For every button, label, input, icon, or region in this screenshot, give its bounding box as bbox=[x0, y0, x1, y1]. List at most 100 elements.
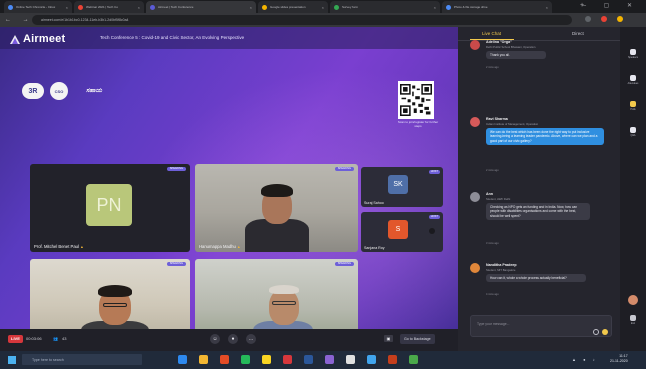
chat-tabs: Live Chat Direct bbox=[458, 27, 620, 41]
browser-tab-active[interactable]: Airmeet | Tech Conference × bbox=[146, 1, 256, 13]
emoji-icon[interactable] bbox=[593, 329, 599, 335]
user-avatar[interactable] bbox=[628, 295, 638, 305]
tab-direct[interactable]: Direct bbox=[572, 31, 584, 36]
speaking-badge: SPEAKING bbox=[334, 167, 354, 171]
taskbar-app-icon[interactable] bbox=[325, 355, 334, 364]
extension-icon[interactable] bbox=[601, 16, 607, 22]
browser-tab[interactable]: Survey form × bbox=[330, 1, 440, 13]
message-time: 2 mins ago bbox=[486, 169, 499, 172]
taskbar-app-icon[interactable] bbox=[409, 355, 418, 364]
message-time: 3 mins ago bbox=[486, 242, 499, 245]
browser-tab-title: Google slides presentation bbox=[270, 5, 306, 9]
taskbar-app-icon[interactable] bbox=[283, 355, 292, 364]
browser-tab-title: Photo & file storage drive bbox=[454, 5, 488, 9]
backstage-button[interactable]: Go to Backstage bbox=[400, 334, 435, 344]
avatar: PN bbox=[86, 184, 132, 226]
taskbar-search[interactable]: Type here to search bbox=[22, 354, 142, 365]
profile-avatar-icon[interactable] bbox=[617, 16, 623, 22]
speaker-tile[interactable]: SPEAKING Hanumappa Madhu ▴ bbox=[195, 164, 358, 252]
tab-live-chat[interactable]: Live Chat bbox=[482, 31, 501, 36]
browser-tab-title: Online Tech Chronicle - Inbox bbox=[16, 5, 56, 9]
chat-input[interactable]: Type your message... bbox=[470, 315, 612, 337]
close-icon[interactable]: × bbox=[250, 5, 252, 10]
emblem-logo: CSO bbox=[50, 82, 68, 100]
message-text: How can it, whole a whole process actual… bbox=[486, 274, 586, 283]
message-time: 2 mins ago bbox=[486, 66, 499, 69]
host-tile[interactable]: HOST S Sanjana Roy bbox=[361, 212, 443, 252]
browser-tab[interactable]: Webinar 2021 | Tech Co × bbox=[74, 1, 144, 13]
qr-code-icon[interactable] bbox=[398, 81, 434, 119]
more-button[interactable]: … bbox=[246, 334, 256, 344]
window-controls[interactable]: ─ ▢ ✕ bbox=[582, 2, 640, 9]
rail-item-label: Speakers bbox=[627, 56, 639, 59]
speaker-name: Hanumappa Madhu ▴ bbox=[199, 244, 240, 249]
screen-share-button[interactable]: ▣ bbox=[384, 335, 393, 342]
send-icon[interactable] bbox=[602, 329, 608, 335]
chat-message: Adelina "Orga" Delhi Public School Bhawa… bbox=[470, 40, 616, 84]
message-org: Student, AWF Delhi bbox=[486, 197, 511, 201]
browser-tab-strip: Online Tech Chronicle - Inbox × Webinar … bbox=[0, 0, 646, 13]
tab-favicon bbox=[446, 4, 451, 10]
side-rail: Speakers Attendees Polls Q&A Exit bbox=[620, 27, 646, 351]
rail-item-attendees[interactable]: Attendees bbox=[627, 75, 639, 85]
taskbar-app-icon[interactable] bbox=[388, 355, 397, 364]
camera-off-icon bbox=[429, 228, 435, 234]
exit-label: Exit bbox=[631, 322, 635, 325]
rail-item-qna[interactable]: Q&A bbox=[627, 127, 639, 137]
mic-button[interactable]: ● bbox=[228, 334, 238, 344]
taskbar-app-icon[interactable] bbox=[346, 355, 355, 364]
taskbar-apps bbox=[178, 355, 418, 364]
taskbar-app-icon[interactable] bbox=[241, 355, 250, 364]
app-logo[interactable]: Airmeet bbox=[10, 33, 65, 45]
taskbar-app-icon[interactable] bbox=[304, 355, 313, 364]
control-bar: LIVE 00:03:06 👥 43 ☺ ● … ▣ Go to Backsta… bbox=[0, 329, 458, 351]
reaction-button[interactable]: ☺ bbox=[210, 334, 220, 344]
session-timer: 00:03:06 bbox=[26, 336, 42, 341]
message-org: Indian Institute of Management, Operatio… bbox=[486, 122, 539, 126]
screen-icon: ▣ bbox=[386, 336, 391, 341]
os-taskbar: Type here to search ▲ ● ♪ 11:17 21-11-20… bbox=[0, 351, 646, 369]
close-icon[interactable]: × bbox=[138, 5, 140, 10]
exit-button[interactable]: Exit bbox=[627, 315, 639, 327]
host-tile[interactable]: HOST SK Suraj Sahoo bbox=[361, 167, 443, 207]
taskbar-app-icon[interactable] bbox=[367, 355, 376, 364]
close-icon[interactable]: × bbox=[322, 5, 324, 10]
windows-start-icon[interactable] bbox=[8, 356, 16, 364]
3r-logo: 3R bbox=[22, 83, 44, 99]
browser-tab-title: Webinar 2021 | Tech Co bbox=[86, 5, 119, 9]
host-badge: HOST bbox=[428, 215, 440, 219]
people-icon bbox=[630, 49, 636, 55]
rail-item-speakers[interactable]: Speakers bbox=[627, 49, 639, 59]
taskbar-clock[interactable]: 11:17 21-11-2020 bbox=[610, 354, 628, 364]
taskbar-app-icon[interactable] bbox=[220, 355, 229, 364]
speaker-name-text: Hanumappa Madhu bbox=[199, 244, 236, 249]
browser-tab[interactable]: Photo & file storage drive × bbox=[442, 1, 552, 13]
extension-icons bbox=[585, 16, 623, 22]
speaker-name: Prof. Mitchel Benet Paul ▴ bbox=[34, 244, 83, 249]
message-author: Adelina "Orga" bbox=[486, 40, 512, 44]
group-icon bbox=[630, 75, 636, 81]
url-field[interactable]: airmeet.com/e/1b1b1bc0-1234-11eb-b3b1-2d… bbox=[32, 15, 572, 25]
close-icon[interactable]: × bbox=[546, 5, 548, 10]
avatar bbox=[470, 263, 480, 273]
address-bar-row: ← → ⟳ airmeet.com/e/1b1b1bc0-1234-11eb-b… bbox=[0, 13, 646, 27]
tab-favicon bbox=[150, 4, 155, 10]
taskbar-app-icon[interactable] bbox=[199, 355, 208, 364]
host-name: Suraj Sahoo bbox=[364, 201, 384, 205]
rail-item-label: Polls bbox=[630, 108, 636, 111]
message-time: 4 mins ago bbox=[486, 293, 499, 296]
taskbar-app-icon[interactable] bbox=[262, 355, 271, 364]
speaker-tile[interactable]: SPEAKING PN Prof. Mitchel Benet Paul ▴ bbox=[30, 164, 190, 252]
browser-tab[interactable]: Online Tech Chronicle - Inbox × bbox=[4, 1, 72, 13]
participant-video bbox=[237, 174, 317, 252]
rail-item-polls[interactable]: Polls bbox=[627, 101, 639, 111]
browser-tab[interactable]: Google slides presentation × bbox=[258, 1, 328, 13]
close-icon[interactable]: × bbox=[66, 5, 68, 10]
taskbar-app-icon[interactable] bbox=[178, 355, 187, 364]
close-icon[interactable]: × bbox=[434, 5, 436, 10]
system-tray[interactable]: ▲ ● ♪ bbox=[572, 357, 598, 362]
qr-caption: Scan to join/register for further steps bbox=[397, 120, 439, 128]
avatar: S bbox=[388, 220, 408, 239]
extension-icon[interactable] bbox=[585, 16, 591, 22]
chat-message: Ann Student, AWF Delhi Checking as NPO g… bbox=[470, 192, 616, 258]
